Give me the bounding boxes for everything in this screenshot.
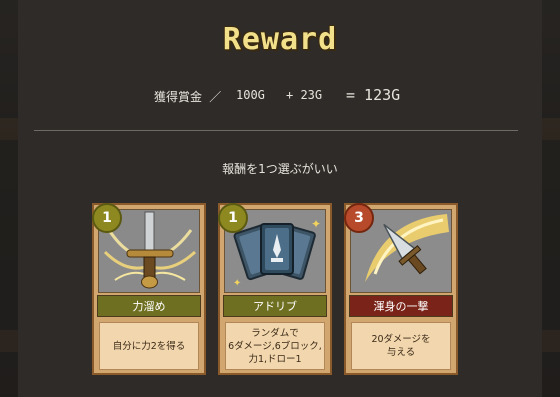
gold-label: 獲得賞金 ／ bbox=[154, 90, 222, 104]
reward-prompt: 報酬を1つ選ぶがいい bbox=[222, 162, 338, 176]
energy-cost-badge: 1 bbox=[92, 203, 122, 233]
card-description: 20ダメージを 与える bbox=[351, 322, 451, 370]
card-name: アドリブ bbox=[223, 295, 327, 317]
gold-bonus: + 23G bbox=[286, 88, 323, 102]
reward-title: Reward bbox=[222, 22, 338, 57]
divider bbox=[34, 130, 518, 131]
gold-base: 100G bbox=[236, 88, 265, 102]
reward-card-konshin-no-ichigeki[interactable]: 3 渾身の一撃 20ダメージを 与える bbox=[344, 203, 458, 375]
reward-card-chikaradame[interactable]: 1 力溜め 自分に力2を得る bbox=[92, 203, 206, 375]
energy-cost-badge: 1 bbox=[218, 203, 248, 233]
card-description: 自分に力2を得る bbox=[99, 322, 199, 370]
svg-text:✦: ✦ bbox=[311, 217, 321, 231]
energy-cost-badge: 3 bbox=[344, 203, 374, 233]
gold-total: = 123G bbox=[346, 86, 401, 104]
card-name: 力溜め bbox=[97, 295, 201, 317]
svg-text:✦: ✦ bbox=[233, 278, 241, 289]
gold-summary: 獲得賞金 ／ 100G + 23G = 123G bbox=[0, 86, 560, 106]
reward-card-adlib[interactable]: 1 ✦ ✦ アドリブ ランダムで 6ダメージ,6ブロック, 力1,ドロー1 bbox=[218, 203, 332, 375]
card-name: 渾身の一撃 bbox=[349, 295, 453, 317]
card-description: ランダムで 6ダメージ,6ブロック, 力1,ドロー1 bbox=[225, 322, 325, 370]
